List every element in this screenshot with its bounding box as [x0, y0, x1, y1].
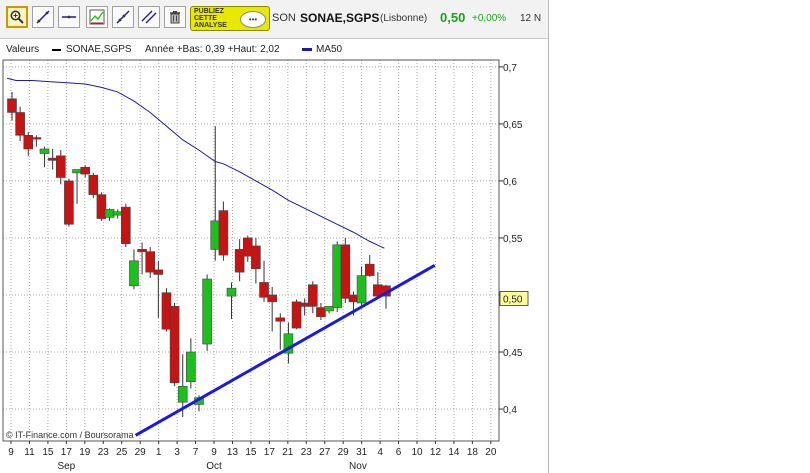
x-tick-label: 23	[301, 447, 313, 458]
x-tick-label: 7	[193, 447, 199, 458]
y-tick-label: 0,45	[503, 348, 523, 359]
data-credit: © IT-Finance.com / Boursorama	[6, 430, 134, 440]
candle-body	[88, 174, 99, 195]
candle-body	[316, 307, 326, 317]
x-tick-label: 25	[116, 447, 128, 458]
candle-body	[226, 287, 237, 297]
candle-body	[80, 166, 90, 175]
y-tick-label: 0,7	[503, 63, 517, 74]
candlestick-chart[interactable]: 0,40,450,50,550,60,650,70,50 91115171923…	[0, 0, 548, 473]
x-tick-label: 21	[282, 447, 294, 458]
candle-body	[112, 211, 123, 216]
x-tick-label: 13	[227, 447, 239, 458]
candle-body	[324, 306, 334, 312]
candle-body	[39, 148, 50, 154]
x-tick-label: 6	[396, 447, 402, 458]
candle-body	[7, 98, 17, 113]
candle-body	[137, 249, 147, 252]
chart-window: PUBLIEZ CETTE ANALYSE ••• SON SONAE,SGPS…	[0, 0, 549, 473]
candle-body	[210, 220, 221, 250]
candle-body	[64, 180, 74, 225]
x-axis: 9 11 15 17 19 23 25 29 1 3 7 9 13 15 17 21 23 27 29 31 4 6 10 1…	[8, 441, 497, 472]
candle-body	[308, 284, 318, 307]
x-tick-label: 10	[411, 447, 423, 458]
month-label: Oct	[206, 461, 222, 472]
month-label: Sep	[57, 461, 75, 472]
candle-body	[145, 251, 156, 273]
trendline-layer	[134, 264, 436, 437]
candle-body	[161, 292, 172, 330]
candle-body	[242, 237, 253, 257]
x-tick-label: 29	[338, 447, 350, 458]
candle-body	[153, 269, 164, 275]
x-tick-label: 29	[135, 447, 147, 458]
candle-body	[47, 157, 58, 161]
last-price-label: 0,50	[503, 294, 523, 305]
candle-body	[340, 244, 351, 299]
x-tick-label: 9	[8, 447, 14, 458]
candle-body	[364, 263, 375, 276]
candle-body	[291, 301, 302, 329]
x-tick-label: 11	[24, 447, 35, 458]
x-tick-label: 1	[156, 447, 162, 458]
y-tick-label: 0,65	[503, 120, 523, 131]
candle-body	[72, 169, 82, 174]
y-axis: 0,40,450,50,550,60,650,70,50	[499, 63, 529, 416]
candle-body	[15, 112, 25, 136]
candle-body	[332, 244, 343, 308]
x-tick-label: 14	[448, 447, 460, 458]
candle-body	[299, 302, 310, 307]
x-tick-label: 19	[79, 447, 91, 458]
candle-body	[259, 282, 269, 298]
x-tick-label: 18	[467, 447, 479, 458]
candle-body	[96, 194, 107, 219]
x-tick-label: 27	[319, 447, 331, 458]
candle-body	[251, 245, 261, 270]
candle-body	[234, 249, 245, 273]
candle-body	[129, 260, 139, 287]
candle-body	[267, 294, 277, 303]
x-tick-label: 15	[42, 447, 54, 458]
x-tick-label: 3	[174, 447, 180, 458]
candle-body	[169, 306, 180, 384]
candle-body	[348, 294, 359, 303]
x-tick-label: 17	[61, 447, 73, 458]
y-tick-label: 0,55	[503, 234, 523, 245]
candles-layer	[7, 91, 391, 418]
y-tick-label: 0,6	[503, 177, 517, 188]
x-tick-label: 23	[98, 447, 110, 458]
candle-body	[356, 275, 367, 304]
candle-body	[177, 385, 188, 403]
candle-body	[186, 351, 196, 382]
x-tick-label: 15	[245, 447, 257, 458]
x-tick-label: 20	[485, 447, 497, 458]
candle-body	[55, 155, 66, 178]
x-tick-label: 12	[430, 447, 442, 458]
candle-body	[23, 134, 34, 150]
x-tick-label: 31	[356, 447, 368, 458]
candle-body	[121, 206, 131, 244]
candle-body	[275, 317, 286, 322]
month-label: Nov	[349, 461, 367, 472]
y-tick-label: 0,4	[503, 405, 517, 416]
x-tick-label: 17	[264, 447, 276, 458]
candle-body	[31, 137, 42, 140]
support-trendline	[134, 264, 436, 437]
candle-body	[218, 210, 229, 256]
x-tick-label: 9	[211, 447, 217, 458]
x-tick-label: 4	[377, 447, 383, 458]
candle-body	[202, 278, 212, 345]
candle-body	[104, 209, 115, 218]
